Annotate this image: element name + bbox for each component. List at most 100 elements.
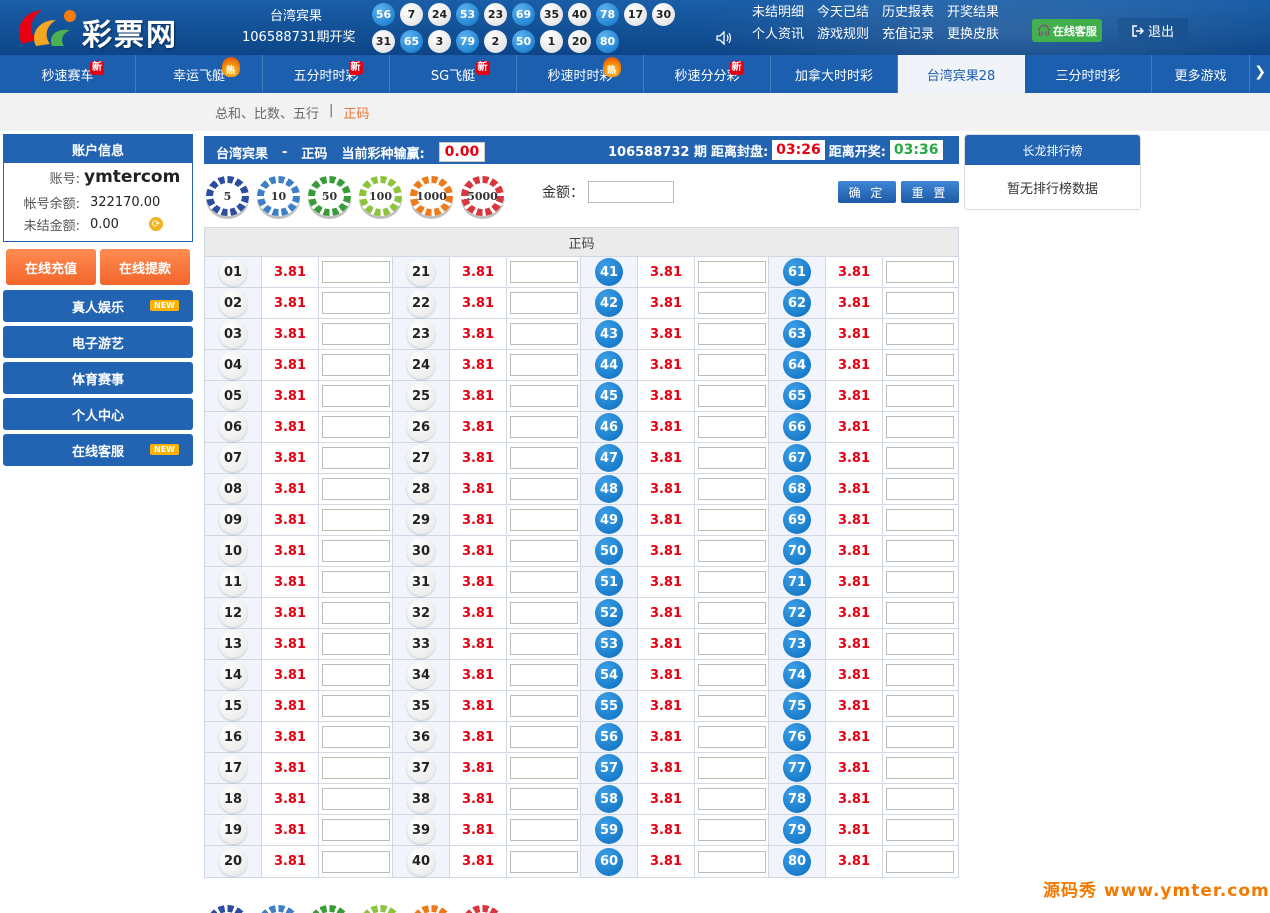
number-ball-63[interactable]: 63: [783, 320, 811, 348]
number-ball-66[interactable]: 66: [783, 413, 811, 441]
bet-input-34[interactable]: [509, 664, 578, 686]
bet-input-71[interactable]: [886, 571, 954, 593]
number-ball-29[interactable]: 29: [407, 506, 435, 534]
number-ball-13[interactable]: 13: [219, 630, 247, 658]
withdraw-button[interactable]: 在线提款: [100, 249, 190, 285]
bet-input-29[interactable]: [509, 509, 578, 531]
reset-button[interactable]: 重 置: [901, 181, 959, 203]
bet-input-47[interactable]: [697, 447, 766, 469]
number-ball-28[interactable]: 28: [407, 475, 435, 503]
number-ball-25[interactable]: 25: [407, 382, 435, 410]
bet-input-79[interactable]: [886, 819, 954, 841]
bet-input-40[interactable]: [509, 850, 578, 873]
bet-input-1[interactable]: [321, 261, 390, 283]
number-ball-10[interactable]: 10: [219, 537, 247, 565]
game-rules-link[interactable]: 游戏规则: [817, 24, 869, 46]
bet-input-50[interactable]: [697, 540, 766, 562]
bet-input-53[interactable]: [697, 633, 766, 655]
number-ball-51[interactable]: 51: [595, 568, 623, 596]
chip-100[interactable]: 100: [359, 176, 402, 216]
bet-input-65[interactable]: [886, 385, 954, 407]
number-ball-36[interactable]: 36: [407, 723, 435, 751]
number-ball-30[interactable]: 30: [407, 537, 435, 565]
nav-tab-4[interactable]: SG飞艇新: [390, 55, 517, 93]
nav-tab-8[interactable]: 台湾宾果28: [898, 55, 1025, 93]
nav-tab-5[interactable]: 秒速时时彩热: [517, 55, 644, 93]
number-ball-67[interactable]: 67: [783, 444, 811, 472]
bet-input-74[interactable]: [886, 664, 954, 686]
bet-input-46[interactable]: [697, 416, 766, 438]
bet-input-17[interactable]: [321, 757, 390, 779]
bet-input-49[interactable]: [697, 509, 766, 531]
number-ball-53[interactable]: 53: [595, 630, 623, 658]
number-ball-59[interactable]: 59: [595, 816, 623, 844]
bet-input-31[interactable]: [509, 571, 578, 593]
number-ball-48[interactable]: 48: [595, 475, 623, 503]
bet-input-44[interactable]: [697, 354, 766, 376]
nav-tab-7[interactable]: 加拿大时时彩: [771, 55, 898, 93]
number-ball-77[interactable]: 77: [783, 754, 811, 782]
bet-input-52[interactable]: [697, 602, 766, 624]
bet-input-58[interactable]: [697, 788, 766, 810]
number-ball-3[interactable]: 03: [219, 320, 247, 348]
chip-10[interactable]: 10: [257, 176, 300, 216]
number-ball-60[interactable]: 60: [595, 847, 623, 876]
number-ball-75[interactable]: 75: [783, 692, 811, 720]
number-ball-41[interactable]: 41: [595, 258, 623, 286]
sports-menu[interactable]: 体育赛事: [3, 362, 193, 394]
number-ball-9[interactable]: 09: [219, 506, 247, 534]
chip-bottom-1000[interactable]: 1000: [410, 905, 453, 913]
bet-input-59[interactable]: [697, 819, 766, 841]
bet-input-5[interactable]: [321, 385, 390, 407]
number-ball-78[interactable]: 78: [783, 785, 811, 813]
number-ball-37[interactable]: 37: [407, 754, 435, 782]
bet-input-38[interactable]: [509, 788, 578, 810]
bet-input-64[interactable]: [886, 354, 954, 376]
bet-input-73[interactable]: [886, 633, 954, 655]
bet-input-63[interactable]: [886, 323, 954, 345]
bet-input-9[interactable]: [321, 509, 390, 531]
number-ball-11[interactable]: 11: [219, 568, 247, 596]
bet-input-76[interactable]: [886, 726, 954, 748]
refresh-icon[interactable]: ⟳: [148, 217, 163, 231]
number-ball-52[interactable]: 52: [595, 599, 623, 627]
chip-5[interactable]: 5: [206, 176, 249, 216]
nav-tab-10[interactable]: 更多游戏: [1152, 55, 1250, 93]
bet-input-16[interactable]: [321, 726, 390, 748]
bet-input-67[interactable]: [886, 447, 954, 469]
bet-input-23[interactable]: [509, 323, 578, 345]
number-ball-58[interactable]: 58: [595, 785, 623, 813]
bet-input-2[interactable]: [321, 292, 390, 314]
number-ball-35[interactable]: 35: [407, 692, 435, 720]
number-ball-54[interactable]: 54: [595, 661, 623, 689]
bet-input-41[interactable]: [697, 261, 766, 283]
bet-input-51[interactable]: [697, 571, 766, 593]
number-ball-70[interactable]: 70: [783, 537, 811, 565]
number-ball-56[interactable]: 56: [595, 723, 623, 751]
number-ball-6[interactable]: 06: [219, 413, 247, 441]
bet-input-30[interactable]: [509, 540, 578, 562]
bet-input-25[interactable]: [509, 385, 578, 407]
number-ball-61[interactable]: 61: [783, 258, 811, 286]
number-ball-31[interactable]: 31: [407, 568, 435, 596]
number-ball-2[interactable]: 02: [219, 289, 247, 317]
number-ball-46[interactable]: 46: [595, 413, 623, 441]
breadcrumb-item-sum[interactable]: 总和、比数、五行: [215, 103, 319, 122]
number-ball-17[interactable]: 17: [219, 754, 247, 782]
number-ball-39[interactable]: 39: [407, 816, 435, 844]
number-ball-55[interactable]: 55: [595, 692, 623, 720]
chip-bottom-5000[interactable]: 5000: [461, 905, 504, 913]
number-ball-47[interactable]: 47: [595, 444, 623, 472]
number-ball-18[interactable]: 18: [219, 785, 247, 813]
bet-input-43[interactable]: [697, 323, 766, 345]
number-ball-33[interactable]: 33: [407, 630, 435, 658]
number-ball-42[interactable]: 42: [595, 289, 623, 317]
number-ball-24[interactable]: 24: [407, 351, 435, 379]
number-ball-71[interactable]: 71: [783, 568, 811, 596]
number-ball-26[interactable]: 26: [407, 413, 435, 441]
number-ball-32[interactable]: 32: [407, 599, 435, 627]
number-ball-73[interactable]: 73: [783, 630, 811, 658]
nav-tab-1[interactable]: 秒速赛车新: [0, 55, 136, 93]
bet-input-10[interactable]: [321, 540, 390, 562]
bet-input-7[interactable]: [321, 447, 390, 469]
